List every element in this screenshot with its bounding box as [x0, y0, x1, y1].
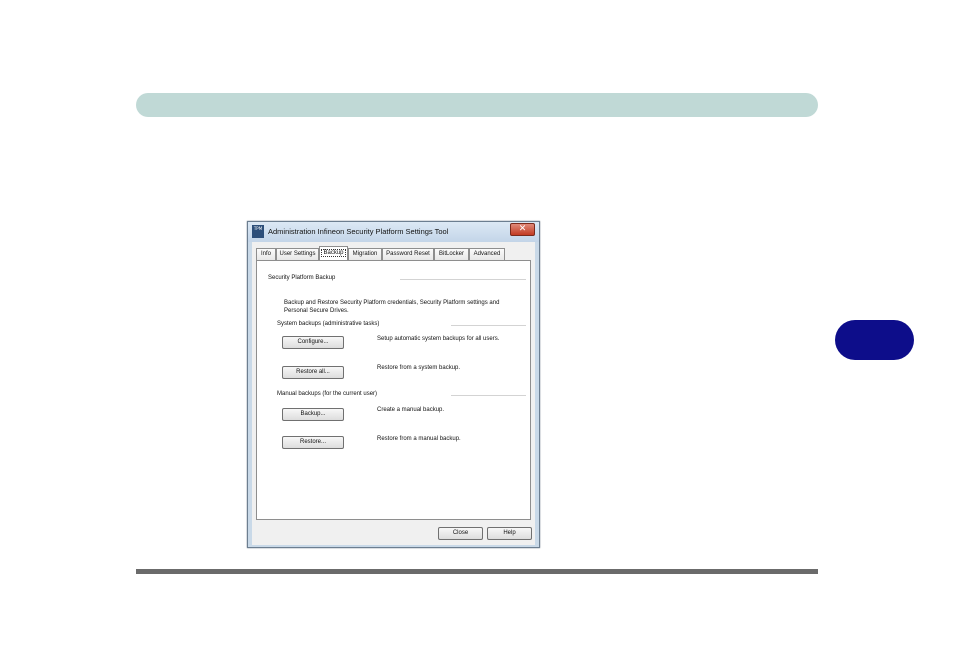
- window-client-area: Info User Settings Backup Migration Pass…: [252, 242, 535, 545]
- group-divider: [400, 279, 526, 280]
- footer-rule: [136, 569, 818, 574]
- manual-backups-title: Manual backups (for the current user): [277, 391, 378, 397]
- backup-tab-panel: Security Platform Backup Backup and Rest…: [256, 260, 531, 520]
- tab-advanced[interactable]: Advanced: [469, 248, 505, 260]
- tpm-app-icon: TPM: [252, 225, 264, 238]
- tab-migration[interactable]: Migration: [348, 248, 382, 260]
- title-bar: TPM Administration Infineon Security Pla…: [248, 222, 539, 242]
- configure-description: Setup automatic system backups for all u…: [377, 336, 500, 342]
- backup-description-text: Create a manual backup.: [377, 407, 445, 413]
- page-header-bar: [136, 93, 818, 117]
- settings-window: TPM Administration Infineon Security Pla…: [247, 221, 540, 548]
- window-title: Administration Infineon Security Platfor…: [268, 227, 449, 236]
- tab-backup[interactable]: Backup: [319, 246, 348, 260]
- tab-bitlocker[interactable]: BitLocker: [434, 248, 469, 260]
- system-backups-title: System backups (administrative tasks): [277, 321, 380, 327]
- security-platform-backup-title: Security Platform Backup: [268, 275, 336, 281]
- system-divider: [451, 325, 526, 326]
- tab-info[interactable]: Info: [256, 248, 276, 260]
- tab-user-settings[interactable]: User Settings: [276, 248, 319, 260]
- tab-backup-label: Backup: [321, 249, 346, 257]
- configure-button[interactable]: Configure...: [282, 336, 344, 349]
- backup-description: Backup and Restore Security Platform cre…: [284, 300, 500, 314]
- close-window-button[interactable]: ✕: [510, 223, 535, 236]
- manual-divider: [451, 395, 526, 396]
- restore-all-button[interactable]: Restore all...: [282, 366, 344, 379]
- tab-password-reset[interactable]: Password Reset: [382, 248, 434, 260]
- restore-description: Restore from a manual backup.: [377, 436, 461, 442]
- restore-all-description: Restore from a system backup.: [377, 365, 461, 371]
- restore-button[interactable]: Restore...: [282, 436, 344, 449]
- chapter-tab: [835, 320, 914, 360]
- backup-button[interactable]: Backup...: [282, 408, 344, 421]
- help-button[interactable]: Help: [487, 527, 532, 540]
- close-button[interactable]: Close: [438, 527, 483, 540]
